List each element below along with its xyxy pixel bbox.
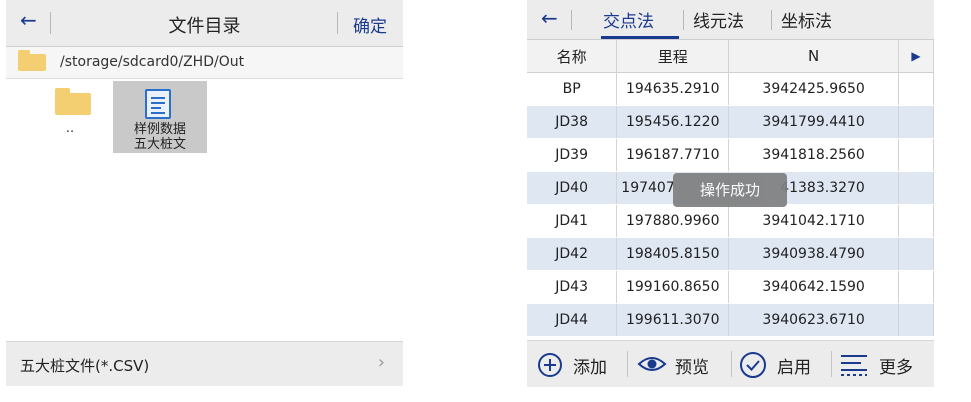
- table-row[interactable]: JD41 197880.9960 3941042.1710: [527, 204, 934, 238]
- preview-label: 预览: [675, 358, 709, 378]
- parent-folder-label: ..: [65, 121, 75, 136]
- cell-clipped: [898, 270, 934, 304]
- tab-coordinate-method[interactable]: 坐标法: [781, 7, 832, 32]
- cell-clipped: [898, 105, 934, 139]
- cell-name: JD44: [527, 303, 618, 337]
- cell-clipped: [898, 72, 934, 106]
- enable-button[interactable]: 启用: [737, 341, 829, 387]
- cell-name: JD38: [527, 105, 618, 139]
- add-button[interactable]: 添加: [535, 341, 623, 387]
- success-toast: 操作成功: [673, 173, 787, 207]
- cell-name: BP: [527, 72, 618, 106]
- column-header-name: 名称: [527, 40, 618, 73]
- back-arrow-icon[interactable]: ←: [541, 6, 558, 30]
- toolbar-divider: [831, 351, 832, 377]
- enable-label: 启用: [777, 358, 811, 378]
- header-divider: [571, 10, 572, 30]
- parent-folder-item[interactable]: ..: [23, 81, 117, 153]
- cell-clipped: [898, 204, 934, 238]
- tab-divider: [683, 10, 684, 30]
- column-header-n: N: [728, 40, 900, 73]
- toolbar-divider: [731, 351, 732, 377]
- scroll-right-icon[interactable]: ▶: [898, 40, 934, 73]
- eye-icon: [637, 357, 667, 371]
- menu-lines-icon: [841, 355, 867, 376]
- cell-name: JD39: [527, 138, 618, 172]
- cell-mileage: 199611.3070: [616, 303, 730, 337]
- cell-n: 3941042.1710: [728, 204, 900, 238]
- tab-bar: ← 交点法 线元法 坐标法: [527, 0, 934, 40]
- cell-mileage: 199160.8650: [616, 270, 730, 304]
- file-type-label: 五大桩文件(*.CSV): [20, 357, 150, 375]
- add-label: 添加: [573, 358, 607, 378]
- cell-n: 3940642.1590: [728, 270, 900, 304]
- cell-clipped: [898, 138, 934, 172]
- table-row[interactable]: BP 194635.2910 3942425.9650: [527, 72, 934, 106]
- file-directory-panel: ← 文件目录 确定 /storage/sdcard0/ZHD/Out .. 样例…: [6, 0, 403, 386]
- tab-intersection-method[interactable]: 交点法: [603, 7, 654, 32]
- tab-divider: [771, 10, 772, 30]
- table-header-row: 名称 里程 N ▶: [527, 40, 934, 73]
- page-title: 文件目录: [168, 16, 241, 37]
- cell-mileage: 197880.9960: [616, 204, 730, 238]
- table-row[interactable]: JD42 198405.8150 3940938.4790: [527, 237, 934, 271]
- cell-clipped: [898, 237, 934, 271]
- more-button[interactable]: 更多: [839, 341, 931, 387]
- confirm-button[interactable]: 确定: [353, 12, 387, 37]
- cell-name: JD40: [527, 171, 618, 205]
- check-circle-icon: [740, 352, 766, 378]
- cell-name: JD41: [527, 204, 618, 238]
- active-tab-indicator: [601, 36, 679, 39]
- folder-icon: [55, 88, 91, 115]
- cell-mileage: 195456.1220: [616, 105, 730, 139]
- chevron-right-icon: ›: [377, 352, 385, 373]
- preview-button[interactable]: 预览: [635, 341, 727, 387]
- bottom-toolbar: 添加 预览 启用 更多: [527, 340, 934, 387]
- table-row[interactable]: JD38 195456.1220 3941799.4410: [527, 105, 934, 139]
- cell-mileage: 194635.2910: [616, 72, 730, 106]
- cell-n: 3941799.4410: [728, 105, 900, 139]
- cell-mileage: 196187.7710: [616, 138, 730, 172]
- current-path: /storage/sdcard0/ZHD/Out: [60, 54, 245, 70]
- cell-mileage: 198405.8150: [616, 237, 730, 271]
- cell-clipped: [898, 303, 934, 337]
- table-row[interactable]: JD39 196187.7710 3941818.2560: [527, 138, 934, 172]
- toolbar-divider: [627, 351, 628, 377]
- file-dialog-header: ← 文件目录 确定: [6, 0, 403, 47]
- column-header-mileage: 里程: [616, 40, 730, 73]
- tab-line-element-method[interactable]: 线元法: [693, 7, 744, 32]
- cell-clipped: [898, 171, 934, 205]
- path-bar: /storage/sdcard0/ZHD/Out: [6, 47, 403, 79]
- cell-n: 3940623.6710: [728, 303, 900, 337]
- cell-n: 3942425.9650: [728, 72, 900, 106]
- document-icon: [145, 89, 171, 119]
- add-circle-icon: [538, 353, 562, 377]
- folder-icon: [18, 50, 46, 71]
- cell-n: 3940938.4790: [728, 237, 900, 271]
- table-row[interactable]: JD43 199160.8650 3940642.1590: [527, 270, 934, 304]
- more-label: 更多: [879, 358, 913, 378]
- table-row[interactable]: JD44 199611.3070 3940623.6710: [527, 303, 934, 337]
- file-item-label: 样例数据 五大桩文: [133, 122, 186, 152]
- cell-name: JD43: [527, 270, 618, 304]
- file-type-filter[interactable]: 五大桩文件(*.CSV) ›: [6, 341, 403, 386]
- header-divider: [337, 12, 338, 34]
- cell-n: 3941818.2560: [728, 138, 900, 172]
- file-item-sample-data[interactable]: 样例数据 五大桩文: [113, 81, 207, 153]
- cell-name: JD42: [527, 237, 618, 271]
